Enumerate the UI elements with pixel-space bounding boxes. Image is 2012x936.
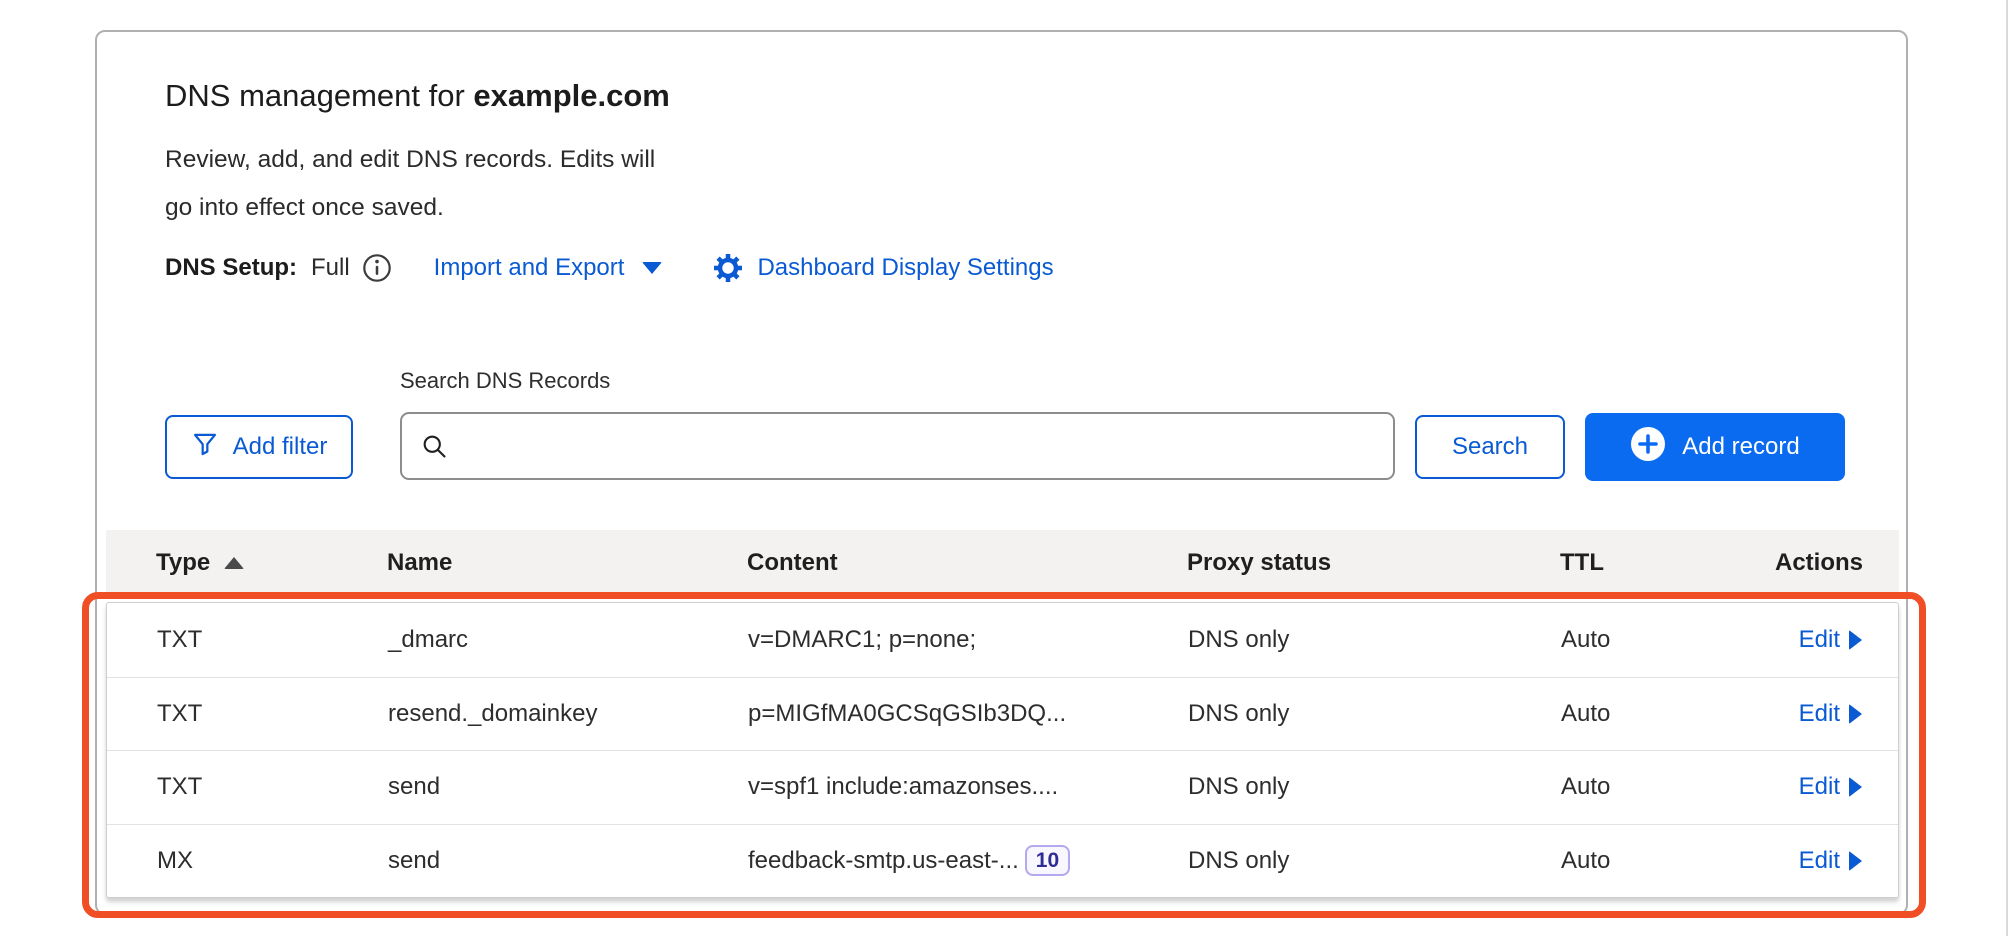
dns-setup-label: DNS Setup:: [165, 254, 297, 282]
dns-setup-row: DNS Setup: Full Import and Export: [165, 250, 1054, 286]
edit-link[interactable]: Edit: [1799, 700, 1862, 728]
dashboard-display-settings-link[interactable]: Dashboard Display Settings: [712, 252, 1053, 284]
search-button-label: Search: [1452, 433, 1528, 461]
page-title: DNS management for example.com: [165, 78, 670, 114]
screen: DNS management for example.com Review, a…: [0, 0, 2012, 936]
cell-content-text: p=MIGfMA0GCSqGSIb3DQ...: [748, 700, 1066, 728]
cell-content: v=DMARC1; p=none;: [748, 626, 1188, 654]
cell-proxy-status: DNS only: [1188, 700, 1561, 728]
cell-content: p=MIGfMA0GCSqGSIb3DQ...: [748, 700, 1188, 728]
column-header-proxy-status[interactable]: Proxy status: [1187, 549, 1560, 577]
dashboard-display-settings-label: Dashboard Display Settings: [757, 254, 1053, 282]
cell-ttl: Auto: [1561, 700, 1748, 728]
cell-ttl: Auto: [1561, 626, 1748, 654]
cell-actions: Edit: [1748, 700, 1862, 728]
table-row: MX send feedback-smtp.us-east-... 10 DNS…: [107, 824, 1898, 898]
search-button[interactable]: Search: [1415, 415, 1565, 479]
cell-name: send: [388, 847, 748, 875]
plus-icon: [1630, 426, 1666, 469]
info-icon[interactable]: [362, 253, 392, 283]
cell-proxy-status: DNS only: [1188, 847, 1561, 875]
filter-icon: [191, 430, 219, 465]
sort-ascending-icon: [224, 557, 244, 569]
column-header-type[interactable]: Type: [156, 549, 387, 577]
cell-type: MX: [157, 847, 388, 875]
column-header-content-label: Content: [747, 549, 838, 577]
cell-type: TXT: [157, 626, 388, 654]
page-description-line1: Review, add, and edit DNS records. Edits…: [165, 146, 655, 173]
edit-label: Edit: [1799, 700, 1840, 728]
import-export-label: Import and Export: [434, 254, 625, 282]
column-header-name-label: Name: [387, 549, 452, 577]
table-row: TXT send v=spf1 include:amazonses.... DN…: [107, 750, 1898, 824]
page-title-domain: example.com: [473, 78, 669, 113]
chevron-down-icon: [642, 262, 662, 274]
page-description: Review, add, and edit DNS records. Edits…: [165, 136, 655, 232]
cell-type: TXT: [157, 773, 388, 801]
cell-ttl: Auto: [1561, 773, 1748, 801]
cell-content-text: v=DMARC1; p=none;: [748, 626, 976, 654]
search-label: Search DNS Records: [400, 368, 610, 394]
column-header-ttl[interactable]: TTL: [1560, 549, 1747, 577]
cell-name: resend._domainkey: [388, 700, 748, 728]
column-header-content[interactable]: Content: [747, 549, 1187, 577]
cell-name: send: [388, 773, 748, 801]
chevron-right-icon: [1849, 851, 1862, 871]
table-header: Type Name Content Proxy status TTL Actio…: [106, 530, 1899, 595]
add-record-button[interactable]: Add record: [1585, 413, 1845, 481]
cell-actions: Edit: [1748, 626, 1862, 654]
cell-actions: Edit: [1748, 773, 1862, 801]
cell-proxy-status: DNS only: [1188, 626, 1561, 654]
dns-management-card: DNS management for example.com Review, a…: [95, 30, 1908, 915]
add-filter-label: Add filter: [233, 433, 328, 461]
page-description-line2: go into effect once saved.: [165, 194, 444, 221]
chevron-right-icon: [1849, 630, 1862, 650]
column-header-name[interactable]: Name: [387, 549, 747, 577]
edit-label: Edit: [1799, 773, 1840, 801]
column-header-ttl-label: TTL: [1560, 549, 1604, 577]
dns-setup-value: Full: [311, 254, 350, 282]
table-row: TXT resend._domainkey p=MIGfMA0GCSqGSIb3…: [107, 677, 1898, 751]
page-title-prefix: DNS management for: [165, 78, 473, 113]
edit-link[interactable]: Edit: [1799, 847, 1862, 875]
cell-ttl: Auto: [1561, 847, 1748, 875]
page-edge-divider: [2006, 0, 2008, 936]
column-header-actions-label: Actions: [1775, 549, 1863, 577]
chevron-right-icon: [1849, 704, 1862, 724]
cell-type: TXT: [157, 700, 388, 728]
search-input[interactable]: [400, 412, 1395, 480]
add-filter-button[interactable]: Add filter: [165, 415, 353, 479]
cell-name: _dmarc: [388, 626, 748, 654]
cell-content: feedback-smtp.us-east-... 10: [748, 845, 1188, 876]
column-header-type-label: Type: [156, 549, 210, 577]
cell-actions: Edit: [1748, 847, 1862, 875]
edit-link[interactable]: Edit: [1799, 773, 1862, 801]
table-body: TXT _dmarc v=DMARC1; p=none; DNS only Au…: [106, 602, 1899, 898]
cell-proxy-status: DNS only: [1188, 773, 1561, 801]
import-export-link[interactable]: Import and Export: [434, 254, 663, 282]
table-row: TXT _dmarc v=DMARC1; p=none; DNS only Au…: [107, 603, 1898, 677]
edit-label: Edit: [1799, 847, 1840, 875]
gear-icon: [712, 252, 744, 284]
cell-content: v=spf1 include:amazonses....: [748, 773, 1188, 801]
add-record-label: Add record: [1682, 433, 1799, 461]
column-header-proxy-status-label: Proxy status: [1187, 549, 1331, 577]
cell-content-text: v=spf1 include:amazonses....: [748, 773, 1058, 801]
mx-priority-badge: 10: [1025, 845, 1070, 876]
cell-content-text: feedback-smtp.us-east-...: [748, 847, 1019, 875]
chevron-right-icon: [1849, 777, 1862, 797]
edit-link[interactable]: Edit: [1799, 626, 1862, 654]
column-header-actions: Actions: [1747, 549, 1863, 577]
search-box: [400, 412, 1395, 480]
edit-label: Edit: [1799, 626, 1840, 654]
